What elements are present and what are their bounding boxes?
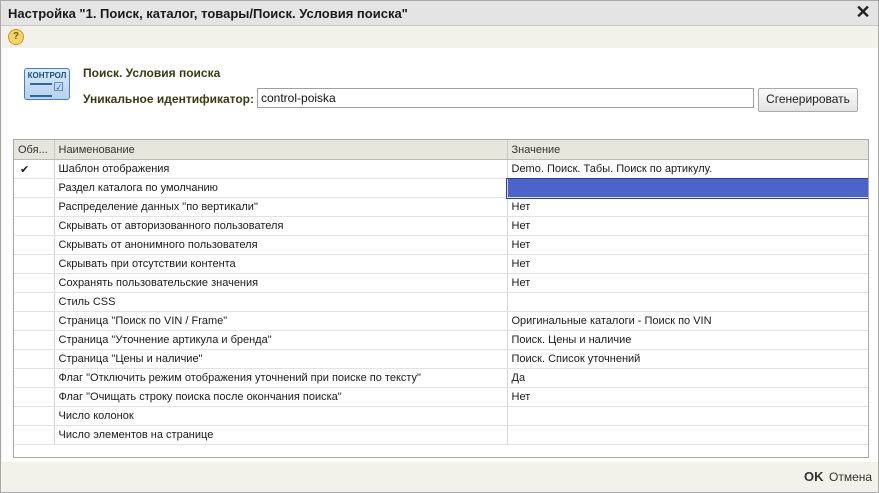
row-value[interactable]: Demo. Поиск. Табы. Поиск по артикулу.	[507, 159, 868, 179]
required-check-icon: ✔	[14, 159, 55, 179]
row-name[interactable]: Флаг "Отключить режим отображения уточне…	[54, 368, 508, 388]
row-value[interactable]: Нет	[507, 254, 868, 274]
row-name[interactable]: Стиль CSS	[54, 292, 508, 312]
row-name[interactable]: Страница "Поиск по VIN / Frame"	[54, 311, 508, 331]
row-value[interactable]: Оригинальные каталоги - Поиск по VIN	[507, 311, 868, 331]
row-value-selected[interactable]	[506, 177, 868, 199]
row-name[interactable]: Страница "Цены и наличие"	[54, 349, 508, 369]
row-value[interactable]: Нет	[507, 273, 868, 293]
table-row[interactable]: ✔ Шаблон отображения Demo. Поиск. Табы. …	[14, 159, 868, 179]
row-name[interactable]: Раздел каталога по умолчанию	[54, 178, 508, 198]
required-cell	[14, 349, 55, 369]
row-value[interactable]: Поиск. Цены и наличие	[507, 330, 868, 350]
table-row[interactable]: Страница "Поиск по VIN / Frame" Оригинал…	[14, 311, 868, 331]
window-title: Настройка "1. Поиск, каталог, товары/Пои…	[8, 6, 408, 21]
table-row[interactable]: Скрывать при отсутствии контента Нет	[14, 254, 868, 274]
table-row[interactable]: Страница "Уточнение артикула и бренда" П…	[14, 330, 868, 350]
table-row[interactable]: Флаг "Отключить режим отображения уточне…	[14, 368, 868, 388]
settings-window: Настройка "1. Поиск, каталог, товары/Пои…	[0, 0, 879, 493]
required-cell	[14, 292, 55, 312]
table-header-row: Обя... Наименование Значение	[14, 140, 868, 160]
table-row[interactable]: Число колонок	[14, 406, 868, 426]
required-cell	[14, 368, 55, 388]
required-cell	[14, 406, 55, 426]
row-value[interactable]: Нет	[507, 216, 868, 236]
row-value[interactable]	[507, 425, 868, 445]
row-value[interactable]	[507, 292, 868, 312]
cancel-button[interactable]: Отмена	[829, 470, 872, 484]
required-cell	[14, 178, 55, 198]
table-row[interactable]: Сохранять пользовательские значения Нет	[14, 273, 868, 293]
required-cell	[14, 330, 55, 350]
required-cell	[14, 425, 55, 445]
settings-table: Обя... Наименование Значение ✔ Шаблон от…	[14, 140, 868, 445]
table-row[interactable]: Страница "Цены и наличие" Поиск. Список …	[14, 349, 868, 369]
required-cell	[14, 273, 55, 293]
id-label: Уникальное идентификатор:	[83, 92, 254, 106]
help-icon[interactable]: ?	[8, 29, 24, 45]
required-cell	[14, 197, 55, 217]
table-row[interactable]: Флаг "Очищать строку поиска после оконча…	[14, 387, 868, 407]
close-icon[interactable]: ✕	[854, 3, 872, 21]
required-cell	[14, 387, 55, 407]
settings-grid: Обя... Наименование Значение ✔ Шаблон от…	[13, 139, 869, 458]
table-row[interactable]: Число элементов на странице	[14, 425, 868, 445]
id-input[interactable]	[257, 88, 754, 108]
row-value[interactable]: Нет	[507, 197, 868, 217]
row-value[interactable]: Нет	[507, 387, 868, 407]
row-value[interactable]: Да	[507, 368, 868, 388]
row-name[interactable]: Флаг "Очищать строку поиска после оконча…	[54, 387, 508, 407]
logo-check-icon: ☑	[53, 80, 64, 94]
required-cell	[14, 254, 55, 274]
component-name: Поиск. Условия поиска	[83, 66, 221, 80]
table-row[interactable]: Скрывать от авторизованного пользователя…	[14, 216, 868, 236]
ok-button[interactable]: OK	[804, 469, 824, 484]
row-name[interactable]: Число элементов на странице	[54, 425, 508, 445]
column-header-required[interactable]: Обя...	[14, 140, 55, 160]
row-value[interactable]	[507, 406, 868, 426]
control-logo-icon: КОНТРОЛ ☑	[24, 68, 70, 100]
table-row[interactable]: Скрывать от анонимного пользователя Нет	[14, 235, 868, 255]
table-row[interactable]: Раздел каталога по умолчанию	[14, 177, 868, 199]
required-cell	[14, 311, 55, 331]
row-value[interactable]: Поиск. Список уточнений	[507, 349, 868, 369]
table-row[interactable]: Стиль CSS	[14, 292, 868, 312]
title-bar: Настройка "1. Поиск, каталог, товары/Пои…	[1, 1, 878, 26]
row-name[interactable]: Страница "Уточнение артикула и бренда"	[54, 330, 508, 350]
row-name[interactable]: Шаблон отображения	[54, 159, 508, 179]
required-cell	[14, 216, 55, 236]
row-name[interactable]: Скрывать от анонимного пользователя	[54, 235, 508, 255]
row-name[interactable]: Распределение данных "по вертикали"	[54, 197, 508, 217]
row-name[interactable]: Скрывать от авторизованного пользователя	[54, 216, 508, 236]
required-cell	[14, 235, 55, 255]
row-name[interactable]: Число колонок	[54, 406, 508, 426]
generate-button[interactable]: Сгенерировать	[758, 88, 858, 112]
table-row[interactable]: Распределение данных "по вертикали" Нет	[14, 197, 868, 217]
row-value[interactable]: Нет	[507, 235, 868, 255]
column-header-value[interactable]: Значение	[507, 140, 868, 160]
row-name[interactable]: Сохранять пользовательские значения	[54, 273, 508, 293]
footer-panel	[2, 463, 878, 492]
logo-lines-icon	[30, 83, 52, 97]
row-name[interactable]: Скрывать при отсутствии контента	[54, 254, 508, 274]
logo-label: КОНТРОЛ	[27, 71, 67, 80]
column-header-name[interactable]: Наименование	[54, 140, 508, 160]
